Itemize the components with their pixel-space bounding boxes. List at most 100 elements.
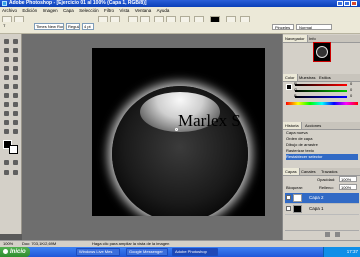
window-titlebar: Adobe Photoshop - [Ejercicio 01 al 100% … [0,0,360,7]
slider-b-value[interactable]: 0 [350,93,352,98]
eyedropper-tool-icon[interactable] [11,119,20,126]
brushes-tab[interactable]: Pinceles [272,24,294,30]
tab-historia[interactable]: Historia [283,122,302,129]
slider-r[interactable] [295,84,347,86]
menu-capa[interactable]: Capa [61,7,76,14]
taskbar-item-active[interactable]: Adobe Photoshop [172,248,218,256]
window-title: Adobe Photoshop - [Ejercicio 01 al 100% … [9,0,147,6]
taskbar: Inicio Windows Live Mes Google Messenger… [0,247,360,257]
screen-mode-icon[interactable] [2,169,11,176]
close-button[interactable] [351,1,357,6]
menu-edicion[interactable]: Edición [20,7,39,14]
crop-tool-icon[interactable] [2,56,11,63]
minimize-button[interactable] [337,1,343,6]
history-item-selected[interactable]: Restablecer selector [286,154,358,160]
document-canvas[interactable]: Marlex S [92,48,265,216]
dodge-tool-icon[interactable] [11,92,20,99]
hand-tool-icon[interactable] [2,128,11,135]
clock: 17:37 [346,249,358,254]
taskbar-item[interactable]: Windows Live Mes [76,248,120,256]
glass-sphere [112,86,248,216]
slider-g-value[interactable]: 0 [350,87,352,92]
color-spectrum-bar[interactable] [286,102,358,105]
tab-muestras[interactable]: Muestras [297,74,317,81]
menu-ventana[interactable]: Ventana [133,7,154,14]
tab-color[interactable]: Color [283,74,298,81]
maximize-button[interactable] [344,1,350,6]
menu-filtro[interactable]: Filtro [102,7,116,14]
background-color-swatch[interactable] [9,145,18,154]
new-layer-icon[interactable] [325,232,330,237]
eye-icon[interactable] [286,206,291,211]
notes-tool-icon[interactable] [2,119,11,126]
blur-tool-icon[interactable] [2,92,11,99]
opacity-field[interactable]: 100% [339,176,357,182]
stamp-tool-icon[interactable] [2,74,11,81]
font-size-select[interactable]: 4 pt [82,23,94,30]
color-panel-swatch[interactable] [286,84,292,90]
history-brush-tool-icon[interactable] [11,74,20,81]
slider-g[interactable] [295,90,347,92]
layer-name: Capa 1 [309,206,324,211]
slider-r-value[interactable]: 0 [350,81,352,86]
lock-label: Bloquear: [286,185,304,190]
tab-trazados[interactable]: Trazados [319,168,340,175]
menu-bar: Archivo Edición Imagen Capa Selección Fi… [0,7,360,14]
menu-vista[interactable]: Vista [117,7,131,14]
layer-name: Capa 2 [309,195,324,200]
shape-tool-icon[interactable] [11,110,20,117]
move-tool-icon[interactable] [11,38,20,45]
menu-imagen[interactable]: Imagen [41,7,60,14]
brushes-mode[interactable]: Normal [296,24,332,30]
eye-icon[interactable] [286,195,291,200]
layer-thumbnail [293,205,302,213]
type-tool-icon[interactable] [11,101,20,108]
healing-tool-icon[interactable] [2,65,11,72]
taskbar-item[interactable]: Google Messenger [126,248,168,256]
document-text: Marlex S [178,111,241,130]
tab-capas[interactable]: Capas [283,168,300,175]
quick-mask-icon[interactable] [11,159,20,166]
opacity-label: Opacidad: [317,177,336,182]
brush-tool-icon[interactable] [11,65,20,72]
layers-tabs: Capas Canales Trazados [283,168,360,176]
gradient-tool-icon[interactable] [11,83,20,90]
standard-mode-icon[interactable] [2,159,11,166]
brushes-area: Pinceles Normal [272,22,358,32]
fill-field[interactable]: 100% [339,184,357,190]
tab-canales[interactable]: Canales [299,168,318,175]
photoshop-app-icon [2,1,7,6]
zoom-tool-icon[interactable] [11,128,20,135]
eraser-tool-icon[interactable] [2,83,11,90]
layers-footer [285,230,359,238]
panels-dock: Navegador Info Color Muestras Estilos R … [282,34,360,240]
fullscreen-mode-icon[interactable] [11,169,20,176]
fill-label: Relleno: [319,185,334,190]
start-label: Inicio [10,249,26,255]
menu-ayuda[interactable]: Ayuda [155,7,172,14]
layer-row[interactable]: Capa 1 [285,204,359,215]
font-family-select[interactable]: Times New Roman [34,23,64,30]
path-select-tool-icon[interactable] [2,101,11,108]
toolbox [0,34,22,234]
tab-estilos[interactable]: Estilos [317,74,333,81]
history-tabs: Historia Acciones [283,122,360,130]
tab-navegador[interactable]: Navegador [283,35,308,42]
menu-seleccion[interactable]: Selección [77,7,101,14]
start-button[interactable]: Inicio [0,247,30,257]
trash-icon[interactable] [335,232,340,237]
tab-acciones[interactable]: Acciones [303,122,323,129]
tab-info[interactable]: Info [307,35,318,42]
lasso-tool-icon[interactable] [2,47,11,54]
slice-tool-icon[interactable] [11,56,20,63]
slider-b[interactable] [295,96,347,98]
magic-wand-tool-icon[interactable] [11,47,20,54]
marquee-tool-icon[interactable] [2,38,11,45]
layer-row[interactable]: Capa 2 [285,193,359,204]
menu-archivo[interactable]: Archivo [0,7,19,14]
pen-tool-icon[interactable] [2,110,11,117]
layer-thumbnail [293,194,302,202]
font-style-select[interactable]: Regular [66,23,80,30]
navigator-thumbnail[interactable] [313,42,331,62]
cursor-crosshair-icon [175,128,178,131]
